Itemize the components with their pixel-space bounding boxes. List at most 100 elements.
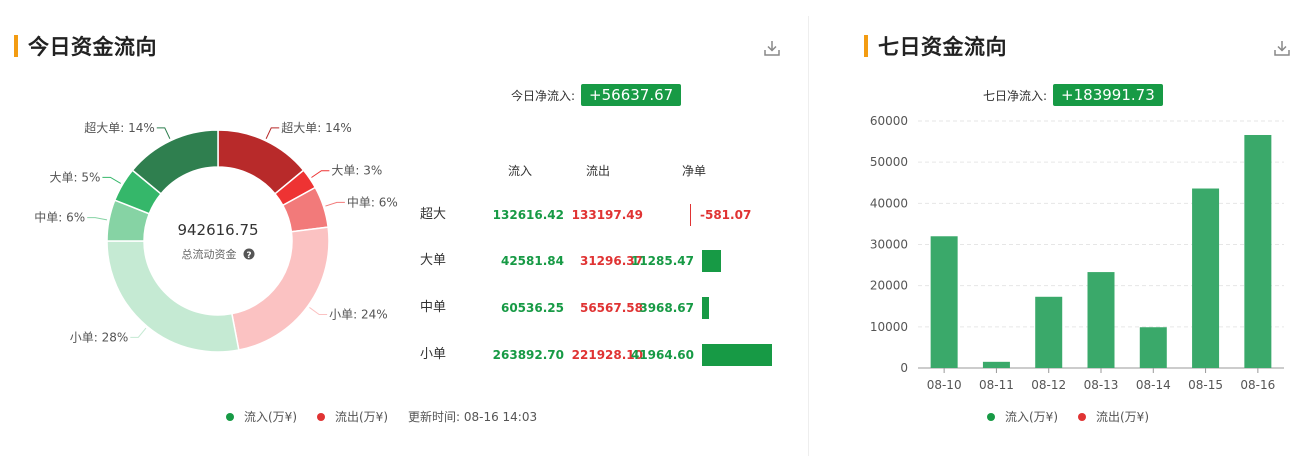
donut-center-value: 942616.75 (177, 221, 258, 239)
donut-label-1: 大单: 3% (331, 164, 382, 178)
donut-label-2: 中单: 6% (347, 194, 398, 209)
donut-label-0: 超大单: 14% (281, 120, 352, 135)
legend-outflow-label: 流出(万¥) (335, 410, 388, 424)
seven-day-title: 七日资金流向 (878, 35, 1007, 59)
bar-08-16[interactable] (1244, 134, 1272, 368)
row-outflow: 56567.58 (579, 301, 643, 315)
today-title-row: 今日资金流向 (14, 32, 157, 60)
donut-label-line-6 (102, 176, 121, 184)
y-tick-label: 50000 (870, 155, 908, 169)
y-tick-label: 40000 (870, 196, 908, 210)
seven-day-net-value: +183991.73 (1053, 84, 1163, 106)
donut-label-4: 小单: 28% (70, 330, 129, 344)
donut-label-7: 超大单: 14% (84, 120, 155, 135)
y-tick-label: 10000 (870, 320, 908, 334)
legend-outflow-dot (1078, 412, 1086, 421)
donut-label-6: 大单: 5% (50, 170, 101, 184)
legend-inflow-dot (987, 412, 995, 421)
x-tick-label: 08-11 (979, 378, 1014, 392)
x-tick-label: 08-15 (1188, 378, 1223, 392)
donut-label-line-1 (311, 170, 330, 178)
legend-inflow-dot (226, 412, 234, 421)
row-net: 3968.67 (639, 301, 694, 315)
seven-day-net-inflow: 七日净流入: +183991.73 (983, 84, 1163, 106)
seven-day-title-row: 七日资金流向 (864, 32, 1007, 60)
legend-outflow[interactable]: 流出(万¥) (1078, 408, 1149, 425)
x-tick-label: 08-14 (1136, 378, 1171, 392)
legend-inflow-label: 流入(万¥) (1005, 410, 1058, 424)
table-row: 中单 60536.25 56567.58 3968.67 (416, 297, 796, 319)
x-tick-label: 08-16 (1240, 378, 1275, 392)
row-label: 小单 (420, 347, 447, 362)
y-tick-label: 20000 (870, 279, 908, 293)
row-inflow: 132616.42 (492, 208, 564, 222)
today-title: 今日资金流向 (28, 35, 157, 59)
row-inflow: 263892.70 (492, 348, 564, 362)
seven-day-legend: 流入(万¥) 流出(万¥) (987, 408, 1169, 425)
x-tick-label: 08-12 (1031, 378, 1066, 392)
donut-slice-out-3[interactable] (230, 226, 330, 351)
header-net: 净单 (682, 164, 707, 178)
donut-label-5: 中单: 6% (34, 210, 85, 225)
header-outflow: 流出 (586, 164, 611, 178)
bar-08-14[interactable] (1139, 327, 1167, 368)
header-inflow: 流入 (508, 164, 533, 178)
net-bar (702, 250, 721, 272)
today-fund-flow-panel: 今日资金流向 今日净流入: +56637.67 超大单: 14% 大单: 3% 中单… (0, 0, 808, 462)
x-tick-label: 08-13 (1084, 378, 1119, 392)
legend-outflow-dot (317, 412, 325, 421)
x-tick-label: 08-10 (927, 378, 962, 392)
bar-08-11[interactable] (982, 361, 1010, 368)
today-net-value: +56637.67 (581, 84, 682, 106)
legend-outflow[interactable]: 流出(万¥) (317, 408, 388, 425)
legend-inflow[interactable]: 流入(万¥) (987, 408, 1058, 425)
help-icon[interactable]: ? (243, 248, 255, 262)
row-inflow: 42581.84 (500, 254, 564, 268)
donut-label-3: 小单: 24% (329, 307, 388, 321)
title-accent-bar (14, 35, 18, 57)
seven-day-fund-flow-panel: 七日资金流向 七日净流入: +183991.73 0 10000 20000 3000… (838, 0, 1296, 462)
donut-label-line-3 (309, 307, 328, 315)
row-net: 11285.47 (630, 254, 694, 268)
legend-inflow-label: 流入(万¥) (244, 410, 297, 424)
today-legend: 流入(万¥) 流出(万¥) 更新时间: 08-16 14:03 (226, 408, 537, 425)
net-bar (702, 297, 709, 319)
row-label: 超大 (420, 207, 447, 222)
row-label: 中单 (420, 300, 447, 315)
download-icon[interactable] (1272, 38, 1292, 58)
bar-08-13[interactable] (1087, 272, 1115, 368)
legend-inflow[interactable]: 流入(万¥) (226, 408, 297, 425)
row-net: -581.07 (700, 208, 752, 222)
update-time: 更新时间: 08-16 14:03 (408, 410, 538, 424)
fund-flow-donut-chart: 超大单: 14% 大单: 3% 中单: 6% 小单: 24% 小单: 28% 中单: 6%… (34, 120, 398, 353)
row-net: 41964.60 (630, 348, 694, 362)
y-tick-label: 30000 (870, 238, 908, 252)
table-row: 超大 132616.42 133197.49 -581.07 (416, 204, 796, 226)
donut-label-line-2 (325, 201, 345, 207)
donut-label-line-0 (265, 127, 280, 139)
legend-outflow-label: 流出(万¥) (1096, 410, 1149, 424)
row-label: 大单 (420, 253, 447, 268)
title-accent-bar (864, 35, 868, 57)
table-row: 小单 263892.70 221928.10 41964.60 (416, 344, 796, 366)
bar-08-12[interactable] (1035, 296, 1063, 368)
seven-day-net-label: 七日净流入: (983, 88, 1048, 103)
y-tick-label: 60000 (870, 114, 908, 128)
donut-center-label: 总流动资金 (182, 247, 237, 261)
row-inflow: 60536.25 (500, 301, 564, 315)
row-outflow: 133197.49 (571, 208, 643, 222)
net-bar (702, 344, 772, 366)
donut-label-line-5 (87, 217, 108, 221)
table-row: 大单 42581.84 31296.37 11285.47 (416, 250, 796, 272)
seven-day-bar-chart: 0 10000 20000 30000 40000 50000 60000 08-10 08-1… (870, 114, 1284, 392)
bar-08-15[interactable] (1192, 188, 1220, 368)
donut-label-line-4 (130, 327, 147, 338)
net-bar (690, 204, 691, 226)
download-icon[interactable] (762, 38, 782, 58)
y-tick-label: 0 (900, 361, 908, 375)
svg-text:?: ? (246, 251, 251, 261)
table-header: 流入 流出 净单 (416, 160, 796, 182)
panel-divider (808, 16, 809, 456)
donut-label-line-7 (156, 127, 171, 139)
bar-08-10[interactable] (930, 236, 958, 368)
